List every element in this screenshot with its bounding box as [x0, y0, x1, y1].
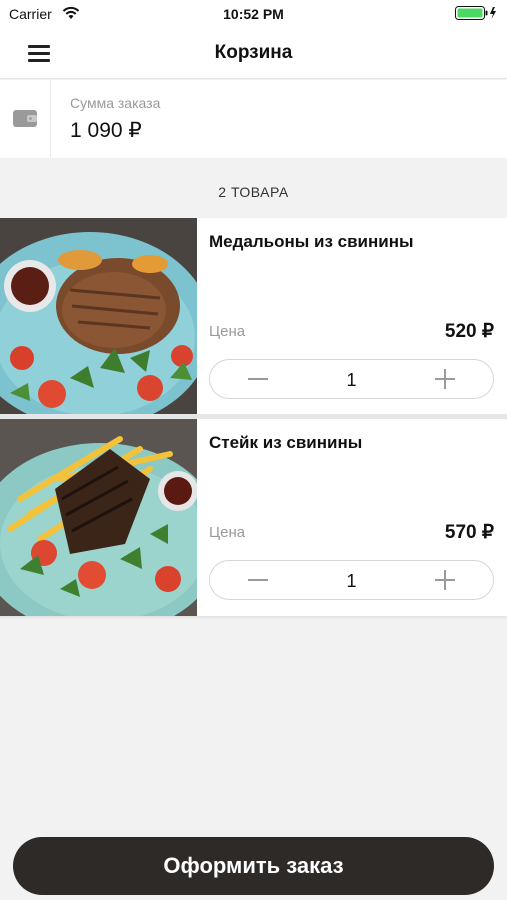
wallet-cell: [0, 80, 51, 158]
checkout-button[interactable]: Оформить заказ: [13, 837, 494, 895]
battery-icon: [455, 6, 496, 20]
hamburger-menu-icon[interactable]: [22, 40, 52, 66]
page-title: Корзина: [214, 42, 293, 63]
cart-item: Медальоны из свинины Цена 520 ₽ 1: [0, 218, 507, 415]
plus-icon[interactable]: [415, 561, 475, 599]
quantity-stepper: 1: [209, 359, 494, 399]
plus-icon[interactable]: [415, 360, 475, 398]
list-shadow: [0, 616, 507, 620]
minus-icon[interactable]: [228, 360, 288, 398]
item-price: 520 ₽: [444, 321, 494, 342]
price-label: Цена: [209, 524, 246, 541]
cart-item-count: 2 ТОВАРА: [218, 184, 289, 200]
price-label: Цена: [209, 323, 246, 340]
dish-photo: [0, 419, 197, 616]
navigation-bar: Корзина: [0, 28, 507, 79]
item-name: Медальоны из свинины: [209, 232, 414, 251]
order-summary: Сумма заказа 1 090 ₽: [0, 80, 507, 158]
order-sum-value: 1 090 ₽: [70, 119, 142, 142]
status-bar: Carrier 10:52 PM: [0, 0, 507, 28]
order-sum-label: Сумма заказа: [70, 95, 161, 111]
clock: 10:52 PM: [223, 6, 284, 22]
dish-photo: [0, 218, 197, 415]
quantity-stepper: 1: [209, 560, 494, 600]
cart-item: Стейк из свинины Цена 570 ₽ 1: [0, 419, 507, 616]
item-price: 570 ₽: [444, 522, 494, 543]
item-name: Стейк из свинины: [209, 433, 363, 452]
wallet-icon: [13, 110, 37, 127]
minus-icon[interactable]: [228, 561, 288, 599]
